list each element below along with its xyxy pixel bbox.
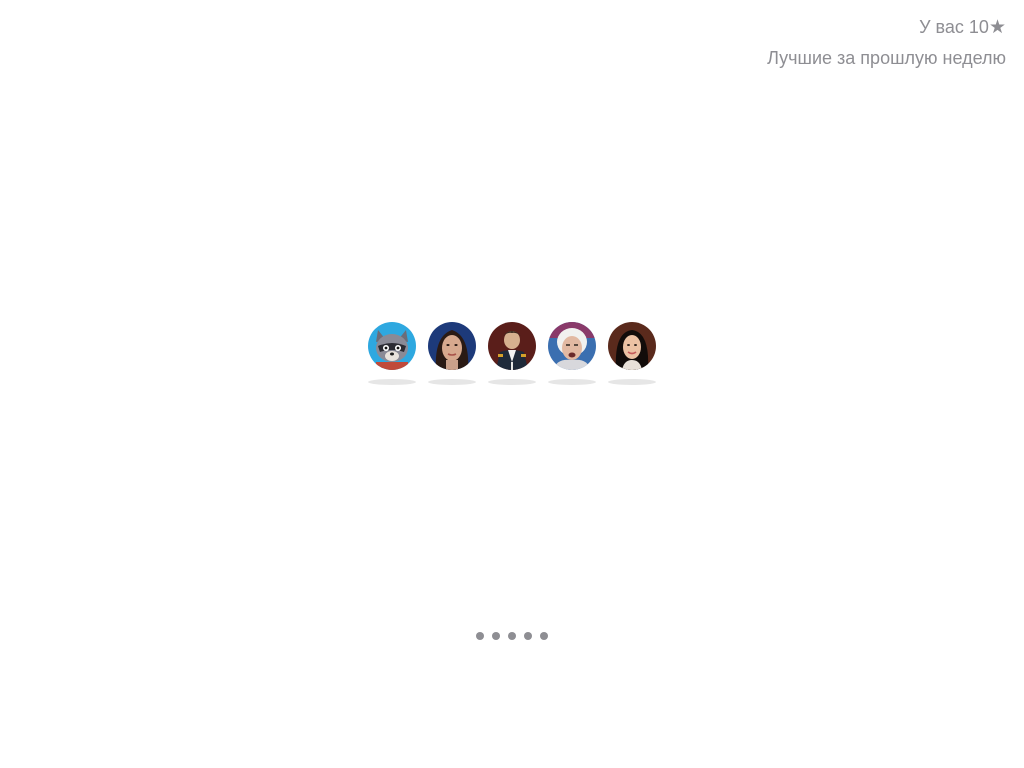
avatar-slot-4[interactable]	[548, 322, 596, 388]
avatar-slot-5[interactable]	[608, 322, 656, 388]
napoleon-portrait-avatar-icon	[488, 322, 536, 370]
stars-balance-text: У вас 10	[919, 17, 989, 37]
page-dot-4[interactable]	[524, 632, 532, 640]
page-dot-2[interactable]	[492, 632, 500, 640]
star-icon: ★	[988, 17, 1006, 38]
avatar-shadow	[488, 379, 536, 385]
woman-portrait-avatar-icon	[608, 322, 656, 370]
page-dot-3[interactable]	[508, 632, 516, 640]
page-dot-5[interactable]	[540, 632, 548, 640]
stars-balance: У вас 10★	[919, 16, 1006, 39]
avatars-row	[368, 322, 668, 392]
avatar-shadow	[368, 379, 416, 385]
avatar-shadow	[608, 379, 656, 385]
avatar-slot-1[interactable]	[368, 322, 416, 388]
woman-portrait-avatar-icon	[428, 322, 476, 370]
old-man-portrait-avatar-icon	[548, 322, 596, 370]
avatar-shadow	[548, 379, 596, 385]
app-root: У вас 10★ Лучшие за прошлую неделю	[0, 0, 1024, 768]
best-last-week-link[interactable]: Лучшие за прошлую неделю	[767, 47, 1006, 69]
avatar-slot-2[interactable]	[428, 322, 476, 388]
avatar-slot-3[interactable]	[488, 322, 536, 388]
cartoon-raccoon-avatar-icon	[368, 322, 416, 370]
page-indicator	[476, 632, 556, 640]
avatar-shadow	[428, 379, 476, 385]
page-dot-1[interactable]	[476, 632, 484, 640]
